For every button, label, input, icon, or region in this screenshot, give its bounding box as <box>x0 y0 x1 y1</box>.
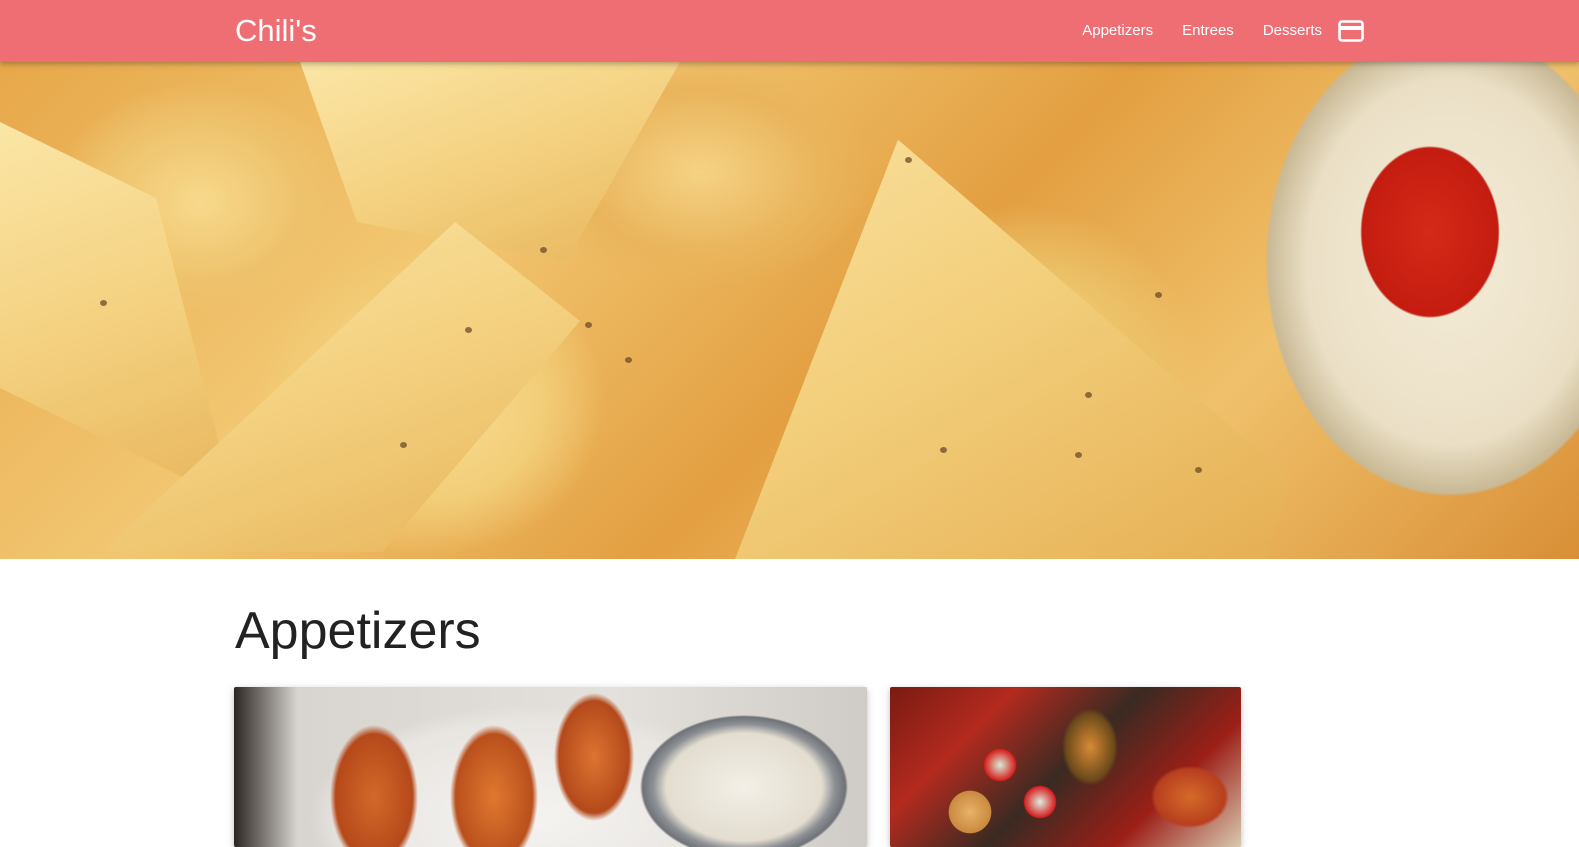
chip-speck <box>940 447 947 453</box>
chip-speck <box>1195 467 1202 473</box>
credit-card-icon[interactable] <box>1338 18 1364 44</box>
section-title: Appetizers <box>235 602 481 660</box>
brand-logo-link[interactable]: Chili's <box>235 12 317 50</box>
hero-banner-image <box>0 62 1579 559</box>
chip-speck <box>905 157 912 163</box>
nav-links: Appetizers Entrees Desserts <box>1053 0 1364 62</box>
appetizer-card-wings[interactable] <box>234 687 867 847</box>
chip-speck <box>625 357 632 363</box>
chip-speck <box>1075 452 1082 458</box>
chip-shape <box>300 62 680 262</box>
nav-link-appetizers[interactable]: Appetizers <box>1082 0 1153 62</box>
appetizer-card-sampler[interactable] <box>890 687 1241 847</box>
nav-link-entrees[interactable]: Entrees <box>1182 0 1234 62</box>
chip-speck <box>100 300 107 306</box>
chip-speck <box>465 327 472 333</box>
chip-shape <box>730 139 1290 559</box>
chip-speck <box>1085 392 1092 398</box>
nav-link-desserts[interactable]: Desserts <box>1263 0 1322 62</box>
top-navbar: Chili's Appetizers Entrees Desserts <box>0 0 1579 62</box>
chip-speck <box>400 442 407 448</box>
chip-speck <box>540 247 547 253</box>
chip-speck <box>585 322 592 328</box>
chip-speck <box>1155 292 1162 298</box>
